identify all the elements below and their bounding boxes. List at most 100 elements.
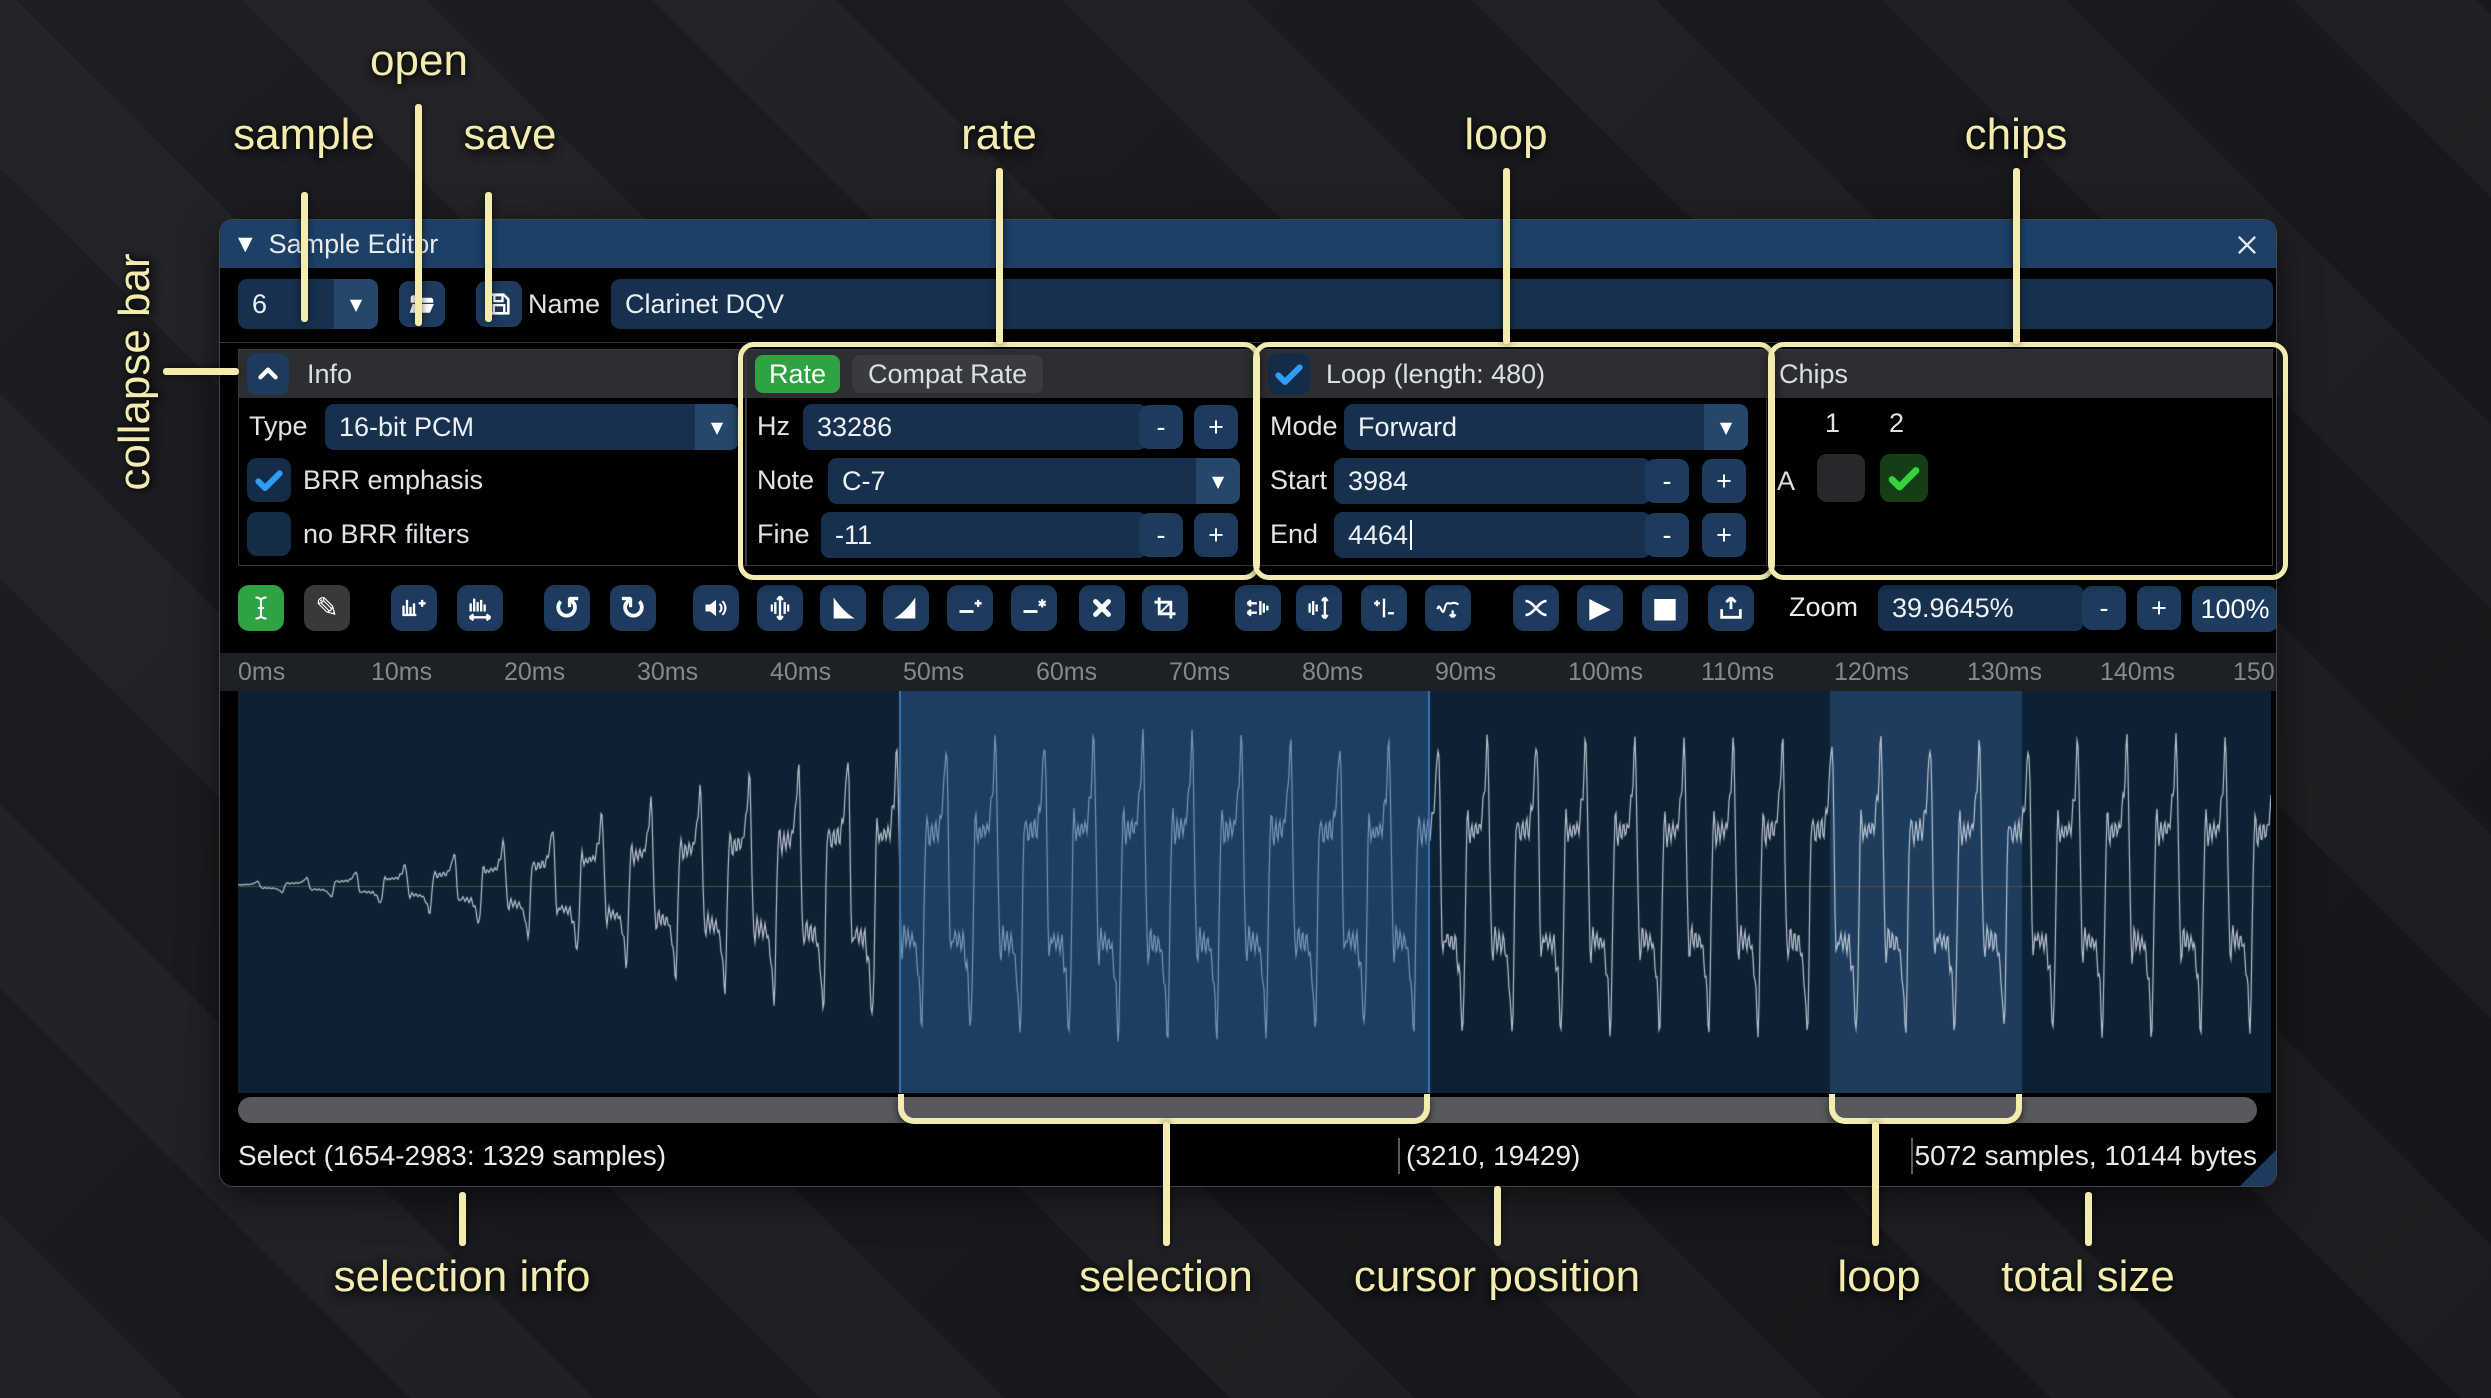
annotation-cursor-position: cursor position [1353,1252,1641,1301]
annotation-save: save [463,110,557,159]
apply-filter-button[interactable] [1425,585,1471,631]
annotation-line-selection-info [459,1192,466,1246]
status-selection-info: Select (1654-2983: 1329 samples) [238,1140,667,1171]
undo-icon: ↺ [553,589,581,627]
waveform-filter-icon [1436,601,1459,619]
name-input[interactable]: Clarinet DQV [611,279,2273,329]
silence-asterisk-icon [1023,599,1047,613]
ruler-label: 50ms [903,658,965,686]
preview-play-button[interactable]: ▶ [1577,585,1623,631]
annotation-line-total-size [2085,1192,2092,1246]
sample-number-dropdown[interactable]: 6 ▼ [238,279,378,329]
annotation-loop-top: loop [1464,110,1548,159]
no-brr-filters-checkbox[interactable] [247,512,291,556]
annotation-line-loop-bottom [1872,1122,1879,1246]
export-sample-button[interactable] [1708,585,1754,631]
stop-preview-button[interactable]: ■ [1642,585,1688,631]
ruler-label: 150ms [2233,658,2276,686]
annotation-line-chips [2013,168,2020,344]
redo-icon: ↻ [619,589,647,627]
fade-in-icon [833,597,855,619]
silence-plus-icon [959,599,982,613]
redo-button[interactable]: ↻ [610,585,656,631]
waveform-vertical-arrows-icon [770,595,790,621]
ruler-label: 100ms [1568,658,1644,686]
annotation-bracket-selection [898,1094,1430,1124]
speaker-icon [705,599,727,617]
fade-in-button[interactable] [820,585,866,631]
annotation-line-open [415,104,422,326]
zoom-reset-button[interactable]: 100% [2192,586,2276,632]
open-sample-button[interactable] [399,281,445,327]
apply-silence-button[interactable] [1011,585,1057,631]
brr-emphasis-label: BRR emphasis [303,465,484,495]
close-button[interactable] [2230,228,2264,262]
window-collapse-triangle-icon[interactable]: ▼ [238,233,253,255]
upload-icon [1720,596,1742,619]
ruler-label: 40ms [770,658,832,686]
chevron-down-icon[interactable]: ▼ [695,404,739,450]
annotation-collapse-bar: collapse bar [110,253,159,491]
ruler-label: 60ms [1036,658,1098,686]
annotation-total-size: total size [2001,1252,2175,1301]
invert-button[interactable] [1296,585,1342,631]
chevron-up-icon [258,367,278,380]
collapse-bar-button[interactable] [247,353,289,395]
zoom-value-input[interactable]: 39.9645% [1878,585,2084,631]
zoom-label: Zoom [1789,592,1859,622]
signed-unsigned-button[interactable] [1361,585,1407,631]
save-sample-button[interactable] [476,281,522,327]
amplify-button[interactable] [693,585,739,631]
chevron-down-icon[interactable]: ▼ [334,279,378,329]
annotation-loop-bottom: loop [1837,1252,1921,1301]
fade-out-icon [894,597,916,619]
insert-silence-button[interactable] [947,585,993,631]
delete-button[interactable] [1079,585,1125,631]
crossing-curves-icon [1525,599,1547,617]
reverse-button[interactable] [1235,585,1281,631]
annotation-line-collapse-bar [163,368,239,375]
crossfade-loop-button[interactable] [1513,585,1559,631]
trim-button[interactable] [1142,585,1188,631]
annotation-open: open [370,36,468,85]
annotation-line-cursor-position [1494,1186,1501,1246]
sample-number-value: 6 [252,288,268,319]
status-separator [1911,1138,1913,1174]
ruler-label: 140ms [2100,658,2176,686]
status-cursor-position: (3210, 19429) [1406,1140,1581,1171]
timeline-ruler[interactable]: 0ms 10ms 20ms 30ms 40ms 50ms 60ms 70ms 80ms 90ms 1… [220,653,2276,691]
ruler-label: 10ms [371,658,433,686]
annotation-bracket-loop [1829,1094,2022,1124]
annotation-line-selection [1163,1122,1170,1246]
edit-mode-select-button[interactable] [238,585,284,631]
ruler-label: 20ms [504,658,566,686]
waveform-plus-icon [402,599,426,617]
edit-mode-draw-button[interactable]: ✎ [304,585,350,631]
fade-out-button[interactable] [883,585,929,631]
zoom-out-button[interactable]: - [2082,586,2126,630]
folder-open-icon [409,295,434,313]
sample-type-dropdown[interactable]: 16-bit PCM ▼ [325,404,739,450]
annotation-line-loop [1503,168,1510,344]
waveform-canvas[interactable] [238,691,2271,1093]
waveform-invert-icon [1308,596,1329,620]
brr-emphasis-checkbox[interactable] [247,458,291,502]
window-titlebar[interactable]: ▼ Sample Editor [220,220,2276,268]
undo-button[interactable]: ↺ [544,585,590,631]
close-icon [2238,236,2256,254]
ruler-label: 0ms [238,658,286,686]
ibeam-cursor-icon [255,596,267,620]
name-value: Clarinet DQV [625,288,785,319]
annotation-sample: sample [233,110,375,159]
window-title: Sample Editor [268,228,439,259]
stop-icon: ■ [1651,591,1679,624]
zoom-in-button[interactable]: + [2137,586,2181,630]
resample-button[interactable] [457,585,503,631]
normalize-button[interactable] [757,585,803,631]
annotation-outline-loop-panel [1253,342,1775,580]
window-resize-grip[interactable] [2240,1150,2276,1186]
annotation-outline-rate-panel [738,342,1260,580]
resize-button[interactable] [391,585,437,631]
ruler-label: 30ms [637,658,699,686]
status-total-size: 5072 samples, 10144 bytes [1914,1140,2257,1171]
